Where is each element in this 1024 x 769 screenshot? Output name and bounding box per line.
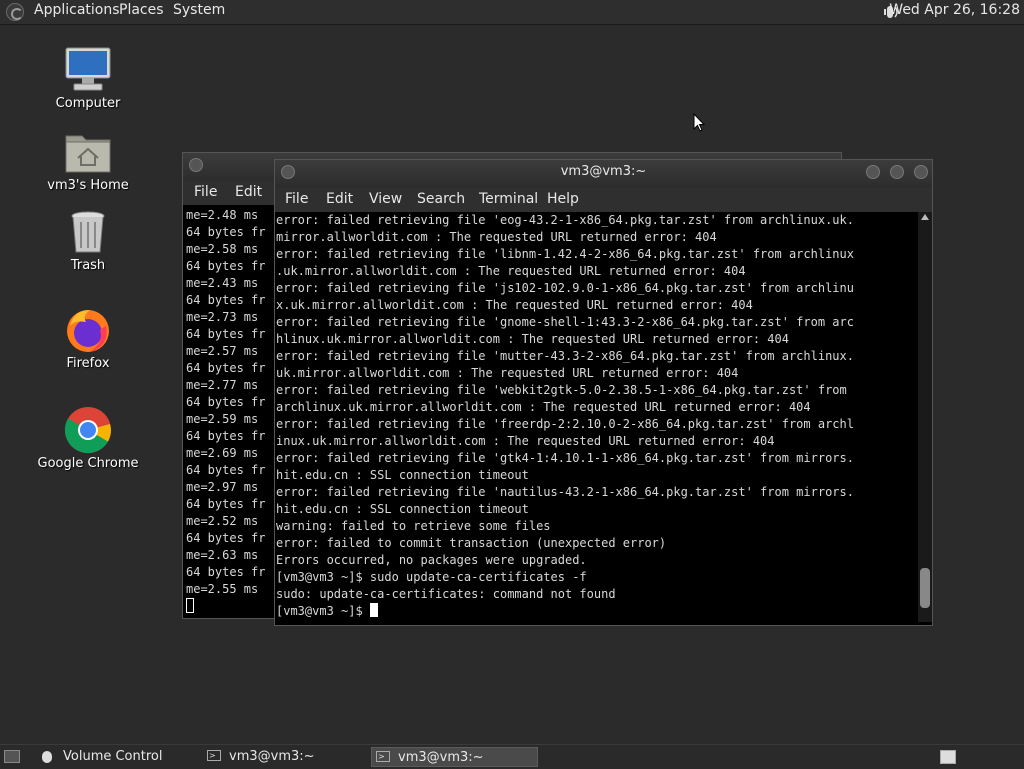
- desktop-icon-trash[interactable]: Trash: [33, 208, 143, 273]
- task-label: Volume Control: [63, 749, 163, 764]
- scroll-up-arrow-icon[interactable]: [921, 214, 929, 220]
- terminal-line: Errors occurred, no packages were upgrad…: [276, 553, 587, 567]
- terminal-cursor: [369, 603, 378, 617]
- desktop-icon-chrome[interactable]: Google Chrome: [33, 406, 143, 471]
- terminal-icon: [376, 747, 390, 767]
- places-menu[interactable]: Places: [119, 2, 164, 18]
- terminal-line: archlinux.uk.mirror.allworldit.com : The…: [276, 400, 811, 414]
- mouse-pointer-icon: [693, 113, 705, 132]
- terminal-line: hit.edu.cn : SSL connection timeout: [276, 502, 529, 516]
- terminal-line: error: failed retrieving file 'nautilus-…: [276, 485, 854, 499]
- terminal-line: error: failed retrieving file 'gnome-she…: [276, 315, 854, 329]
- desktop-icon-label: Trash: [70, 258, 106, 273]
- desktop-icon-label: Computer: [55, 96, 121, 111]
- task-label: vm3@vm3:~: [229, 749, 315, 764]
- gnome-logo-icon[interactable]: [6, 3, 24, 21]
- terminal-line: mirror.allworldit.com : The requested UR…: [276, 230, 717, 244]
- desktop-icon-computer[interactable]: Computer: [33, 46, 143, 111]
- scrollbar-thumb[interactable]: [920, 568, 930, 608]
- terminal-line: hlinux.uk.mirror.allworldit.com : The re…: [276, 332, 789, 346]
- menu-edit[interactable]: Edit: [326, 191, 353, 207]
- task-label: vm3@vm3:~: [398, 750, 484, 765]
- window-menu-button[interactable]: [281, 165, 295, 179]
- terminal-line: sudo: update-ca-certificates: command no…: [276, 587, 616, 601]
- terminal-icon: [207, 746, 221, 766]
- terminal-line: .uk.mirror.allworldit.com : The requeste…: [276, 264, 746, 278]
- scrollbar[interactable]: [918, 212, 932, 622]
- terminal-line: x.uk.mirror.allworldit.com : The request…: [276, 298, 753, 312]
- terminal-line: inux.uk.mirror.allworldit.com : The requ…: [276, 434, 775, 448]
- terminal-line: [vm3@vm3 ~]$ sudo update-ca-certificates…: [276, 570, 587, 584]
- menu-search[interactable]: Search: [417, 191, 465, 207]
- chrome-icon: [64, 406, 112, 454]
- terminal-line: [vm3@vm3 ~]$: [276, 603, 917, 620]
- menu-help[interactable]: Help: [547, 191, 579, 207]
- system-menu[interactable]: System: [173, 2, 225, 18]
- firefox-icon: [64, 306, 112, 354]
- front-window-titlebar[interactable]: vm3@vm3:~: [275, 160, 932, 188]
- task-volume-control[interactable]: Volume Control: [63, 747, 193, 767]
- terminal-line: error: failed to commit transaction (une…: [276, 536, 667, 550]
- desktop-icon-firefox[interactable]: Firefox: [33, 306, 143, 371]
- volume-app-icon: [42, 751, 52, 763]
- terminal-line: error: failed retrieving file 'js102-102…: [276, 281, 854, 295]
- workspace-switcher[interactable]: [940, 750, 956, 764]
- terminal-line: error: failed retrieving file 'gtk4-1:4.…: [276, 451, 854, 465]
- bottom-panel: Volume Control vm3@vm3:~ vm3@vm3:~: [0, 744, 1024, 769]
- menu-file[interactable]: File: [285, 191, 308, 207]
- front-terminal-window[interactable]: vm3@vm3:~ File Edit View Search Terminal…: [274, 159, 933, 626]
- task-terminal-1[interactable]: vm3@vm3:~: [207, 746, 367, 767]
- applications-menu[interactable]: Applications: [34, 2, 120, 18]
- terminal-line: warning: failed to retrieve some files: [276, 519, 551, 533]
- minimize-button[interactable]: [866, 165, 880, 179]
- terminal-line: error: failed retrieving file 'mutter-43…: [276, 349, 854, 363]
- menu-file[interactable]: File: [194, 184, 217, 200]
- maximize-button[interactable]: [890, 165, 904, 179]
- menu-edit[interactable]: Edit: [235, 184, 262, 200]
- trash-icon: [64, 208, 112, 256]
- clock[interactable]: Wed Apr 26, 16:28: [889, 2, 1020, 18]
- show-desktop-icon[interactable]: [4, 750, 20, 763]
- terminal-line: error: failed retrieving file 'libnm-1.4…: [276, 247, 854, 261]
- top-panel: Applications Places System Wed Apr 26, 1…: [0, 0, 1024, 25]
- desktop-icon-label: Google Chrome: [37, 456, 139, 471]
- terminal-line: hit.edu.cn : SSL connection timeout: [276, 468, 529, 482]
- computer-icon: [64, 46, 112, 94]
- desktop-icon-home[interactable]: vm3's Home: [33, 128, 143, 193]
- terminal-cursor: [186, 598, 194, 613]
- terminal-line: error: failed retrieving file 'freerdp-2…: [276, 417, 854, 431]
- close-button[interactable]: [914, 165, 928, 179]
- window-title: vm3@vm3:~: [560, 164, 647, 179]
- terminal-line: error: failed retrieving file 'eog-43.2-…: [276, 213, 854, 227]
- task-terminal-2[interactable]: vm3@vm3:~: [371, 747, 538, 767]
- window-menu-button[interactable]: [189, 158, 203, 172]
- terminal-line: uk.mirror.allworldit.com : The requested…: [276, 366, 739, 380]
- desktop-icon-label: Firefox: [66, 356, 110, 371]
- home-folder-icon: [64, 128, 112, 176]
- menu-terminal[interactable]: Terminal: [479, 191, 538, 207]
- desktop-icon-label: vm3's Home: [47, 178, 129, 193]
- menu-view[interactable]: View: [369, 191, 402, 207]
- front-window-menubar: File Edit View Search Terminal Help: [275, 188, 932, 212]
- terminal-output[interactable]: error: failed retrieving file 'eog-43.2-…: [275, 212, 917, 622]
- terminal-line: error: failed retrieving file 'webkit2gt…: [276, 383, 847, 397]
